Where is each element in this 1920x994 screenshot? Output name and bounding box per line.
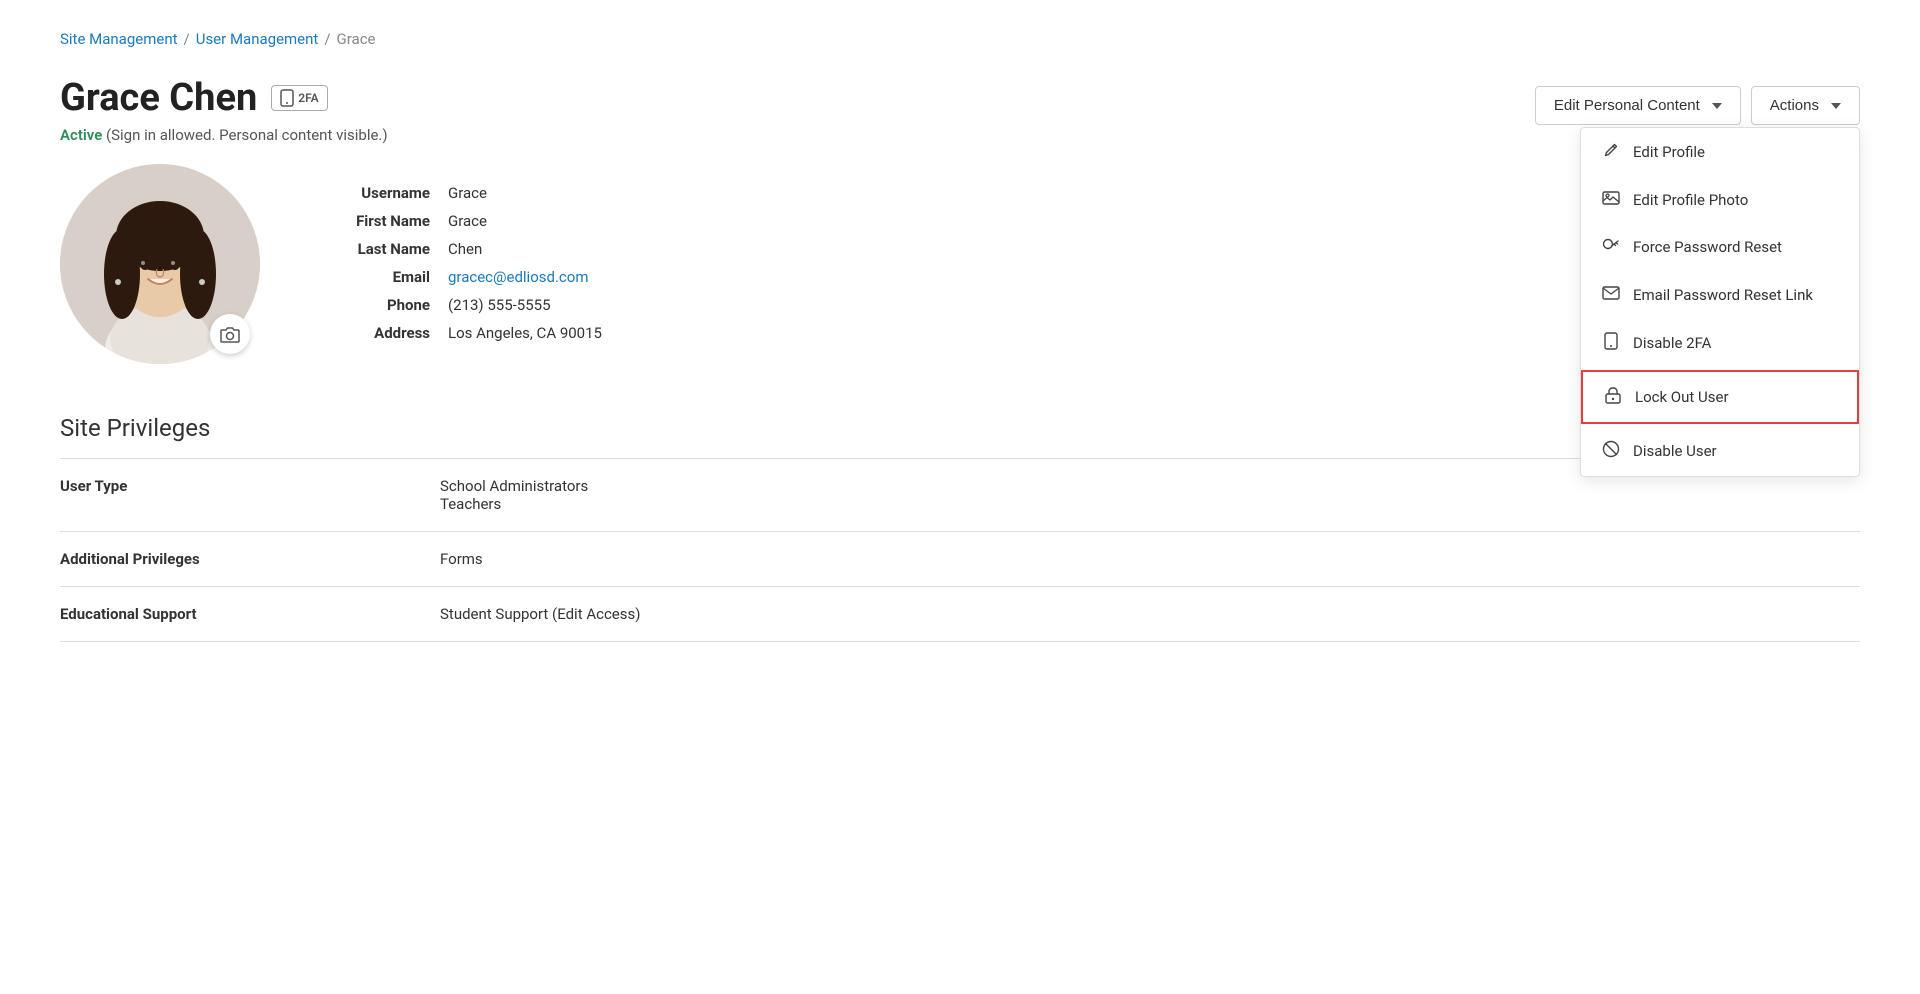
phone-label: Phone (310, 296, 430, 314)
actions-dropdown-menu: Edit Profile Edit Profile Photo (1580, 127, 1860, 477)
header-row: Grace Chen 2FA Active (Sign in allowed. … (60, 76, 1860, 144)
breadcrumb-user-management[interactable]: User Management (196, 30, 319, 48)
disable-2fa-label: Disable 2FA (1633, 334, 1711, 352)
email-value[interactable]: gracec@edliosd.com (448, 268, 602, 286)
edit-personal-content-button[interactable]: Edit Personal Content (1535, 86, 1741, 125)
user-name: Grace Chen (60, 76, 257, 120)
username-value: Grace (448, 184, 602, 202)
breadcrumb: Site Management / User Management / Grac… (60, 30, 1860, 48)
breadcrumb-sep-2: / (324, 30, 330, 48)
profile-info: Username Grace First Name Grace Last Nam… (310, 184, 602, 342)
mobile-icon (280, 89, 294, 107)
force-password-reset-label: Force Password Reset (1633, 238, 1782, 256)
camera-icon (220, 326, 240, 343)
dropdown-item-lock-out-user[interactable]: Lock Out User (1581, 370, 1859, 424)
pencil-icon (1601, 142, 1621, 162)
educational-support-label: Educational Support (60, 587, 440, 642)
status-line: Active (Sign in allowed. Personal conten… (60, 126, 388, 144)
table-row: Educational Support Student Support (Edi… (60, 587, 1860, 642)
lock-icon (1603, 386, 1623, 408)
breadcrumb-site-management[interactable]: Site Management (60, 30, 178, 48)
additional-privileges-value: Forms (440, 532, 1860, 587)
dropdown-item-force-password-reset[interactable]: Force Password Reset (1581, 223, 1859, 271)
privileges-table: User Type School AdministratorsTeachers … (60, 458, 1860, 642)
actions-label: Actions (1770, 97, 1819, 114)
dropdown-item-edit-profile-photo[interactable]: Edit Profile Photo (1581, 176, 1859, 223)
disable-user-label: Disable User (1633, 442, 1717, 460)
status-active: Active (60, 126, 102, 144)
breadcrumb-sep-1: / (184, 30, 190, 48)
user-name-row: Grace Chen 2FA (60, 76, 388, 120)
address-label: Address (310, 324, 430, 342)
chevron-down-icon-actions (1831, 103, 1841, 109)
edit-profile-label: Edit Profile (1633, 143, 1705, 161)
actions-button[interactable]: Actions (1751, 86, 1860, 125)
dropdown-item-edit-profile[interactable]: Edit Profile (1581, 128, 1859, 176)
user-type-label: User Type (60, 459, 440, 532)
envelope-icon (1601, 285, 1621, 304)
mobile-icon-2fa (1601, 332, 1621, 354)
firstname-value: Grace (448, 212, 602, 230)
edit-profile-photo-label: Edit Profile Photo (1633, 191, 1748, 209)
username-label: Username (310, 184, 430, 202)
dropdown-item-email-password-reset[interactable]: Email Password Reset Link (1581, 271, 1859, 318)
edit-personal-content-label: Edit Personal Content (1554, 97, 1700, 114)
lastname-label: Last Name (310, 240, 430, 258)
chevron-down-icon (1712, 103, 1722, 109)
image-icon (1601, 190, 1621, 209)
page: Site Management / User Management / Grac… (0, 0, 1920, 994)
2fa-badge: 2FA (271, 85, 327, 111)
key-icon (1601, 237, 1621, 257)
2fa-label: 2FA (298, 91, 318, 105)
user-title: Grace Chen 2FA Active (Sign in allowed. … (60, 76, 388, 144)
camera-button[interactable] (210, 314, 250, 354)
lock-out-user-label: Lock Out User (1635, 388, 1729, 406)
status-detail: (Sign in allowed. Personal content visib… (102, 126, 387, 144)
address-value: Los Angeles, CA 90015 (448, 324, 602, 342)
ban-icon (1601, 440, 1621, 462)
educational-support-value: Student Support (Edit Access) (440, 587, 1860, 642)
lastname-value: Chen (448, 240, 602, 258)
email-label: Email (310, 268, 430, 286)
dropdown-item-disable-2fa[interactable]: Disable 2FA (1581, 318, 1859, 368)
firstname-label: First Name (310, 212, 430, 230)
avatar-wrapper (60, 164, 260, 364)
email-password-reset-label: Email Password Reset Link (1633, 286, 1813, 304)
action-buttons: Edit Personal Content Actions (1535, 86, 1860, 125)
additional-privileges-label: Additional Privileges (60, 532, 440, 587)
actions-wrapper: Actions Edit Profile (1751, 86, 1860, 125)
edit-personal-content-wrapper: Edit Personal Content (1535, 86, 1741, 125)
dropdown-item-disable-user[interactable]: Disable User (1581, 426, 1859, 476)
breadcrumb-current: Grace (337, 30, 376, 48)
phone-value: (213) 555-5555 (448, 296, 602, 314)
table-row: Additional Privileges Forms (60, 532, 1860, 587)
